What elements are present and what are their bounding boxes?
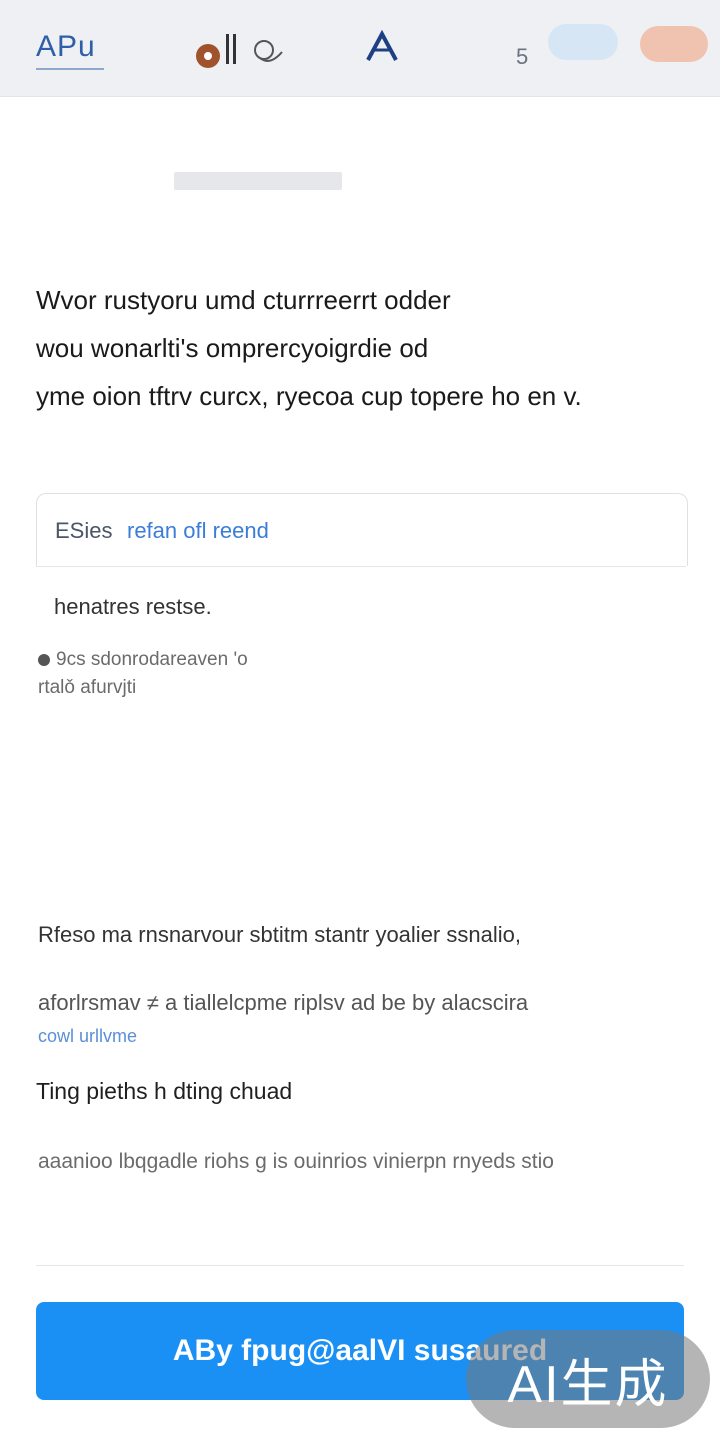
note-line: rtalǒ afurvjti <box>38 677 137 698</box>
section-heading: Ting pieths h dting chuad <box>36 1078 293 1104</box>
subheading: henatres restse. <box>54 594 212 619</box>
info-card[interactable]: ESies refan ofl reend <box>36 493 688 566</box>
body-paragraph: aaanioo lbqgadle riohs g is ouinrios vin… <box>38 1150 554 1173</box>
coin-icon[interactable] <box>196 44 220 68</box>
avatar[interactable] <box>640 26 708 62</box>
intro-line: yme oion tftrv curcx, ryecoa cup topere … <box>36 381 582 411</box>
notification-count-badge[interactable]: 5 <box>516 44 528 70</box>
card-link[interactable]: refan ofl reend <box>127 518 269 544</box>
card-divider <box>36 566 686 567</box>
loading-placeholder-bar <box>174 172 342 190</box>
inline-link[interactable]: cowl urllvme <box>38 1026 137 1047</box>
cloud-icon[interactable] <box>548 24 618 60</box>
bars-icon[interactable] <box>226 34 240 64</box>
font-icon[interactable] <box>362 30 402 64</box>
brand-underline <box>36 68 104 70</box>
ai-generated-watermark: AI生成 <box>466 1330 710 1428</box>
body-paragraph: Rfeso ma rnsnarvour sbtitm stantr yoalie… <box>38 922 521 947</box>
brand-logo-text[interactable]: APu <box>36 30 96 64</box>
intro-paragraph: Wvor rustyoru umd cturrreerrt odder wou … <box>36 276 676 420</box>
card-label: ESies <box>55 518 113 543</box>
body-paragraph: aforlrsmav ≠ a tiallelcpme riplsv ad be … <box>38 990 529 1015</box>
top-app-bar: APu 5 <box>0 0 720 97</box>
note-line: 9cs sdonrodareaven 'o <box>56 649 248 670</box>
intro-line: Wvor rustyoru umd cturrreerrt odder <box>36 285 451 315</box>
info-dot-icon <box>38 653 50 666</box>
swirl-icon[interactable] <box>250 36 286 68</box>
bottom-divider <box>36 1265 684 1266</box>
note-block: 9cs sdonrodareaven 'o rtalǒ afurvjti <box>38 646 458 702</box>
intro-line: wou wonarlti's omprercyoigrdie od <box>36 333 429 363</box>
